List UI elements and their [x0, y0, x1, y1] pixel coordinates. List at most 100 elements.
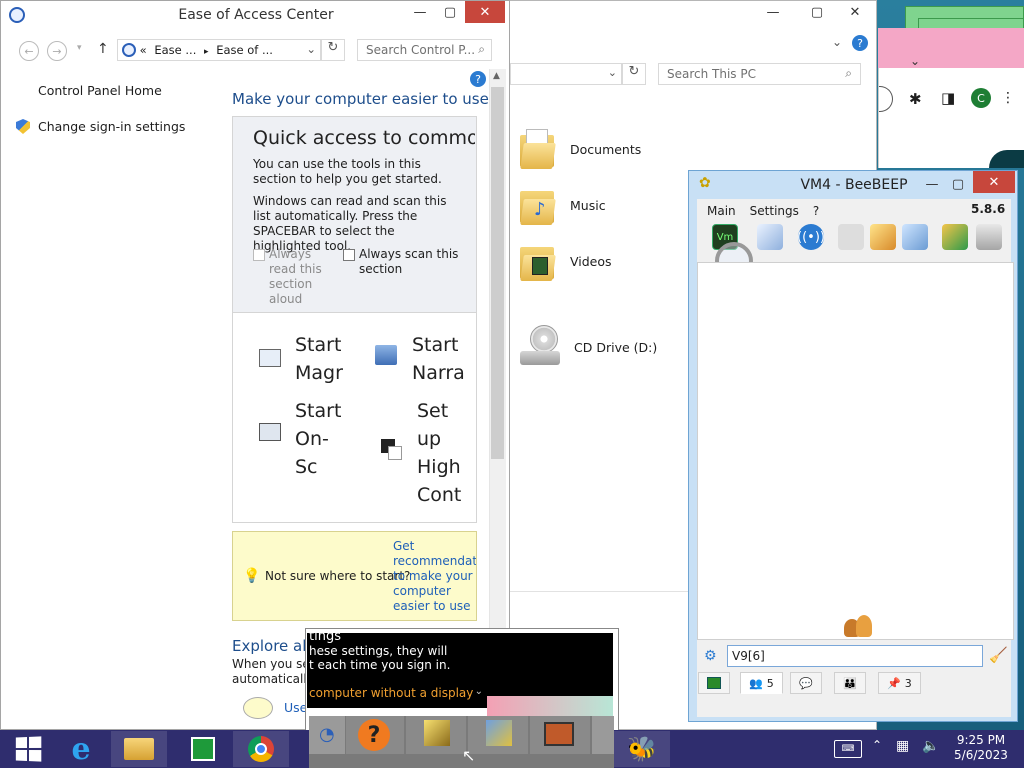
chevron-down-icon[interactable]: ⌄ [306, 42, 316, 56]
thumbnail-narrator[interactable] [406, 716, 466, 754]
folder-label: Documents [570, 141, 642, 157]
breadcrumb-item[interactable]: Ease of ... [216, 43, 273, 57]
start-narrator-link[interactable]: Start Narra [412, 331, 464, 387]
quick-access-scan-text: Windows can read and scan this list auto… [253, 194, 447, 253]
volume-icon[interactable]: 🔈 [922, 738, 939, 754]
taskbar-store[interactable] [175, 731, 231, 767]
always-read-checkbox[interactable] [253, 249, 265, 261]
back-button[interactable]: ← [19, 41, 39, 61]
taskbar-internet-explorer[interactable]: e [53, 731, 109, 767]
refresh-icon[interactable]: ↻ [622, 63, 646, 85]
address-bar[interactable]: « Ease ... ▸ Ease of ... ⌄ [117, 39, 321, 61]
minimize-icon[interactable]: — [405, 1, 435, 23]
get-recommendations-link[interactable]: Get recommendat to make your computer ea… [393, 539, 476, 614]
always-scan-option[interactable]: Always scan this section [343, 247, 463, 277]
minimize-icon[interactable]: — [921, 173, 943, 195]
menu-settings[interactable]: Settings [750, 204, 799, 218]
breadcrumb-prefix[interactable]: « [140, 43, 147, 57]
thumbnail-media[interactable] [530, 716, 590, 754]
menu-help[interactable]: ? [813, 204, 819, 218]
taskbar-chrome[interactable] [233, 731, 289, 767]
popup-text: t each time you sign in. [309, 658, 451, 672]
tab-chat-list[interactable] [698, 672, 730, 694]
change-sign-in-settings-link[interactable]: Change sign-in settings [38, 119, 185, 134]
tray-expand-icon[interactable]: ⌃ [872, 738, 882, 752]
close-button[interactable]: ✕ [973, 171, 1015, 193]
always-read-option[interactable]: Always read this section aloud [253, 247, 341, 307]
trash-icon[interactable] [976, 224, 1002, 250]
chevron-right-icon: ▸ [204, 47, 209, 57]
edit-profile-icon[interactable] [757, 224, 783, 250]
taskbar-file-explorer[interactable] [111, 731, 167, 767]
puzzle-icon[interactable]: ✱ [909, 90, 922, 108]
folder-videos[interactable]: Videos [520, 241, 612, 281]
message-input[interactable]: V9[6] [727, 645, 983, 667]
chevron-down-icon[interactable]: ⌄ [475, 686, 483, 697]
chevron-down-icon[interactable]: ⌄ [608, 66, 617, 79]
chrome-window: ✱ ◨ C ⋮ [878, 68, 1024, 168]
forward-button[interactable]: → [47, 41, 67, 61]
scrollbar-thumb[interactable] [491, 87, 504, 459]
thumbnail-computer[interactable] [468, 716, 528, 754]
taskbar-clock[interactable]: 9:25 PM 5/6/2023 [946, 733, 1016, 763]
maximize-icon[interactable]: ▢ [947, 173, 969, 195]
thumbnail-ease-of-access[interactable]: ◔ [309, 716, 345, 754]
control-panel-home-link[interactable]: Control Panel Home [38, 83, 162, 98]
use-computer-without-display-link[interactable]: Use [284, 700, 307, 715]
always-scan-checkbox[interactable] [343, 249, 355, 261]
folder-music[interactable]: ♪ Music [520, 185, 606, 225]
tab-files[interactable]: 📌 3 [878, 672, 921, 694]
tab-chats[interactable]: 💬 [790, 672, 822, 694]
browser-refresh-partial[interactable] [879, 86, 893, 112]
sidebar-icon[interactable]: ◨ [941, 89, 955, 107]
minimize-icon[interactable]: — [758, 1, 788, 23]
avatar[interactable]: C [971, 88, 991, 108]
tab-users[interactable]: 👥 5 [740, 672, 783, 694]
chrome-icon [248, 736, 274, 762]
maximize-icon[interactable]: ▢ [802, 1, 832, 23]
tools-icon[interactable] [902, 224, 928, 250]
network-icon[interactable]: ▦ [896, 738, 909, 754]
set-up-high-contrast-link[interactable]: Set up High Cont [417, 397, 465, 509]
network-icon[interactable]: ((•)) [797, 224, 825, 250]
clear-brush-icon[interactable]: 🧹 [989, 646, 1008, 664]
page-decoration [989, 150, 1024, 168]
help-icon[interactable]: ? [852, 35, 868, 51]
close-button[interactable]: ✕ [465, 1, 505, 23]
address-bar[interactable]: ⌄ [510, 63, 622, 85]
divider [510, 591, 693, 599]
beebeep-menubar: Main Settings ? [707, 204, 819, 218]
chevron-down-icon[interactable]: ⌄ [832, 35, 842, 49]
touch-keyboard-icon[interactable]: ⌨ [834, 740, 862, 758]
chevron-down-icon[interactable]: ⌄ [910, 54, 920, 68]
search-input[interactable]: Search Control P... ⌕ [357, 39, 492, 61]
update-icon[interactable] [942, 224, 968, 250]
group-icon: 👪 [843, 676, 857, 690]
more-menu-icon[interactable]: ⋮ [1001, 90, 1015, 106]
maximize-icon[interactable]: ▢ [435, 1, 465, 23]
refresh-icon[interactable]: ↻ [321, 39, 345, 61]
folder-documents[interactable]: Documents [520, 129, 641, 169]
start-button[interactable] [0, 731, 56, 767]
cd-drive[interactable]: CD Drive (D:) [520, 325, 657, 369]
speech-bubble-icon [243, 697, 273, 719]
tab-groups[interactable]: 👪 [834, 672, 866, 694]
popup-dark-row[interactable]: computer without a display ⌄ [307, 684, 487, 708]
thumbnail-help[interactable]: ? [346, 716, 404, 754]
breadcrumb-item[interactable]: Ease ... [154, 43, 196, 57]
help-icon[interactable]: ? [470, 71, 486, 87]
thumbnail-partial[interactable] [592, 716, 614, 754]
taskbar-beebeep[interactable]: 🐝 [614, 731, 670, 767]
chat-area[interactable] [697, 262, 1014, 640]
notes-icon[interactable] [870, 224, 896, 250]
up-arrow-icon[interactable]: ↑ [97, 41, 109, 57]
settings-gear-icon[interactable]: ⚙ [704, 648, 717, 664]
start-on-screen-keyboard-link[interactable]: Start On-Sc Keybo [295, 397, 345, 481]
mail-icon[interactable] [838, 224, 864, 250]
search-input[interactable]: Search This PC ⌕ [658, 63, 861, 85]
close-icon[interactable]: ✕ [836, 1, 874, 23]
menu-main[interactable]: Main [707, 204, 736, 218]
recent-pages-icon[interactable]: ▾ [77, 43, 82, 53]
scroll-up-icon[interactable]: ▲ [493, 71, 500, 81]
start-magnifier-link[interactable]: Start Magr [295, 331, 345, 387]
